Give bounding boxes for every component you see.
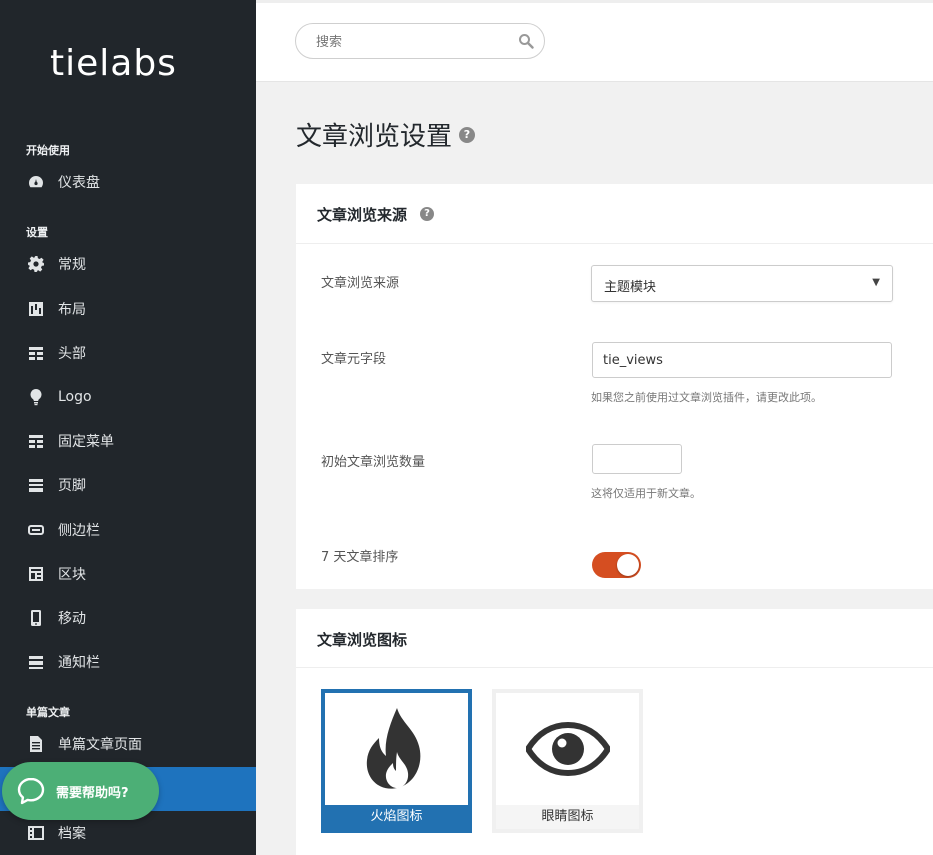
icon-option-label: 火焰图标 xyxy=(370,809,423,824)
flame-icon xyxy=(366,708,420,789)
search-icon[interactable] xyxy=(518,33,534,49)
panel-title: 文章浏览来源 xyxy=(317,206,408,224)
sidebar-item-single-post-page[interactable]: 单篇文章页面 xyxy=(0,724,256,764)
sidebar-item-dashboard[interactable]: 仪表盘 xyxy=(0,162,256,202)
sidebar-item-layout[interactable]: 布局 xyxy=(0,289,256,329)
sidebar-item-sticky-menu[interactable]: 固定菜单 xyxy=(0,421,256,461)
sidebar-item-footer[interactable]: 页脚 xyxy=(0,465,256,505)
layout-icon xyxy=(27,300,45,318)
panel-header: 文章浏览来源 ? xyxy=(296,184,933,244)
panel-view-icon: 文章浏览图标 火焰图标 眼睛图标 xyxy=(296,609,933,855)
sidebar-item-notification-bar[interactable]: 通知栏 xyxy=(0,642,256,682)
toggle-knob xyxy=(617,554,639,576)
panel-header: 文章浏览图标 xyxy=(296,609,933,668)
help-button[interactable]: 需要帮助吗? xyxy=(2,762,159,820)
meta-field-hint: 如果您之前使用过文章浏览插件，请更改此项。 xyxy=(591,391,822,404)
icon-option-flame[interactable]: 火焰图标 xyxy=(321,689,472,833)
dropdown-arrow-icon: ▼ xyxy=(872,277,880,288)
meta-field-input[interactable] xyxy=(592,342,892,378)
dashboard-icon xyxy=(27,173,45,191)
initial-views-input[interactable] xyxy=(592,444,682,474)
panel-view-source: 文章浏览来源 ? 文章浏览来源 主题模块 ▼ 文章元字段 如果您之前使用过文章浏… xyxy=(296,184,933,589)
field-label-initial-views: 初始文章浏览数量 xyxy=(321,455,426,470)
top-bar xyxy=(256,0,933,82)
search-input[interactable] xyxy=(316,32,506,52)
page-title: 文章浏览设置 xyxy=(296,122,453,152)
archive-icon xyxy=(27,824,45,842)
sidebar: tielabs 开始使用 仪表盘 设置 常规 布局 头部 Logo 固定菜单 页… xyxy=(0,0,256,855)
section-heading-settings: 设置 xyxy=(26,226,48,239)
eye-icon xyxy=(525,721,610,777)
sidebar-icon xyxy=(27,521,45,539)
help-question-icon[interactable]: ? xyxy=(420,207,434,221)
notification-bar-icon xyxy=(27,653,45,671)
gear-icon xyxy=(27,255,45,273)
sidebar-item-logo[interactable]: Logo xyxy=(0,377,256,417)
sidebar-item-sidebar[interactable]: 侧边栏 xyxy=(0,510,256,550)
blocks-icon xyxy=(27,565,45,583)
section-heading-getting-started: 开始使用 xyxy=(26,144,70,157)
panel-title: 文章浏览图标 xyxy=(317,631,408,649)
help-question-icon[interactable]: ? xyxy=(459,127,475,143)
header-icon xyxy=(27,344,45,362)
icon-option-label: 眼睛图标 xyxy=(541,809,594,824)
section-heading-single-post: 单篇文章 xyxy=(26,706,70,719)
search-box[interactable] xyxy=(295,23,545,59)
icon-option-eye[interactable]: 眼睛图标 xyxy=(492,689,643,833)
field-label-7day-sort: 7 天文章排序 xyxy=(321,550,399,565)
sidebar-item-general[interactable]: 常规 xyxy=(0,244,256,284)
sidebar-item-blocks[interactable]: 区块 xyxy=(0,554,256,594)
sidebar-item-header[interactable]: 头部 xyxy=(0,333,256,373)
field-label-meta: 文章元字段 xyxy=(321,352,387,367)
lightbulb-icon xyxy=(27,388,45,406)
chat-bubble-icon xyxy=(17,777,45,805)
document-icon xyxy=(27,735,45,753)
initial-views-hint: 这将仅适用于新文章。 xyxy=(591,487,701,500)
footer-icon xyxy=(27,476,45,494)
sticky-menu-icon xyxy=(27,432,45,450)
svg-text:tielabs: tielabs xyxy=(50,44,177,84)
7day-sort-toggle[interactable] xyxy=(592,552,641,578)
sidebar-item-mobile[interactable]: 移动 xyxy=(0,598,256,638)
source-select[interactable]: 主题模块 ▼ xyxy=(591,265,893,302)
tielabs-logo: tielabs xyxy=(50,44,177,84)
field-label-source: 文章浏览来源 xyxy=(321,276,400,291)
mobile-icon xyxy=(27,609,45,627)
